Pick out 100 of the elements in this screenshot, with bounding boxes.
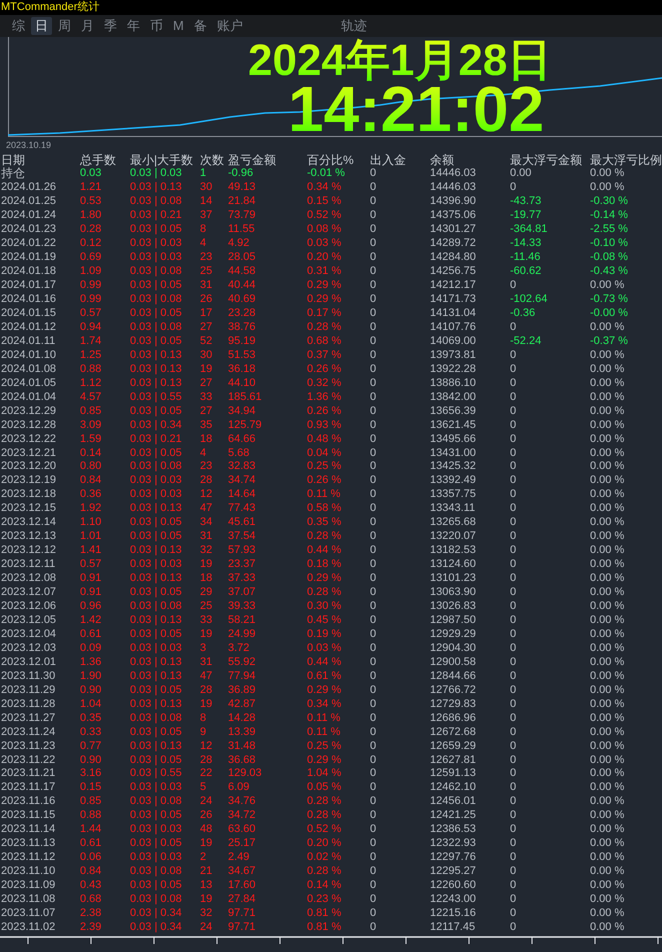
table-cell-text: 0.03 | 0.34 bbox=[130, 906, 183, 920]
table-cell-text: 2 bbox=[200, 851, 208, 864]
tab[interactable]: 周 bbox=[54, 17, 75, 35]
table-cell-text: 0 bbox=[370, 307, 378, 320]
table-cell-text: -0.36 bbox=[510, 307, 536, 320]
table-cell-text: 2024.01.12 bbox=[0, 320, 58, 334]
table-cell-text: 0 bbox=[370, 474, 378, 488]
table-cell-text: -0.14 % bbox=[590, 209, 629, 222]
tab[interactable]: 账户 bbox=[212, 17, 247, 35]
table-cell-text: 0 bbox=[510, 823, 518, 836]
table-cell-text: 0 bbox=[510, 600, 518, 614]
table-cell-text: 1.25 bbox=[80, 348, 102, 362]
table-cell-text: 2023.11.30 bbox=[0, 670, 56, 683]
table-cell-text: 0.53 bbox=[80, 195, 102, 208]
table-cell-text: 1.92 bbox=[80, 502, 102, 516]
table-cell-text: 0.84 bbox=[80, 474, 102, 488]
table-cell-text: 0.03 | 0.21 bbox=[130, 432, 183, 446]
table-cell-text: 13886.10 bbox=[430, 376, 477, 390]
table-cell-text: 14.64 bbox=[228, 488, 257, 502]
tab[interactable]: 综 bbox=[8, 17, 29, 35]
table-cell-text: 0.23 % bbox=[307, 893, 342, 906]
column-header: 最大浮亏金额 bbox=[510, 153, 583, 167]
table-cell-text: 0 bbox=[510, 893, 518, 906]
table-cell-text: 14396.90 bbox=[430, 195, 477, 208]
table-cell-text: 0.03 | 0.05 bbox=[130, 726, 183, 739]
table-cell-text: 12117.45 bbox=[430, 920, 476, 934]
table-cell-text: 0.68 bbox=[80, 893, 102, 906]
table-cell-text: 0.00 % bbox=[590, 851, 626, 864]
table-cell-text: 0 bbox=[510, 767, 518, 780]
table-cell-text: 2023.11.14 bbox=[0, 823, 56, 836]
table-cell-text: 0 bbox=[370, 767, 378, 780]
tab[interactable]: 备 bbox=[190, 17, 211, 35]
table-cell-text: 1.42 bbox=[80, 614, 102, 627]
table-cell-text: 0 bbox=[510, 879, 518, 892]
table-cell-text: 0 bbox=[370, 223, 378, 236]
table-cell-text: 0.28 % bbox=[307, 865, 342, 878]
table-cell-text: 13265.68 bbox=[430, 516, 477, 530]
table-cell-text: 0.03 | 0.03 bbox=[130, 851, 183, 864]
table-cell-text: 0 bbox=[370, 879, 378, 892]
table-cell-text: 14284.80 bbox=[430, 251, 477, 264]
table-cell-text: 0.90 bbox=[80, 754, 102, 766]
table-cell-text: 0.00 % bbox=[590, 530, 626, 544]
table-cell-text: 0.00 % bbox=[590, 767, 626, 780]
table-cell-text: 0.28 % bbox=[307, 809, 342, 822]
table-cell-text: 0 bbox=[370, 320, 378, 334]
table-cell-text: 0.03 | 0.05 bbox=[130, 879, 183, 892]
table-cell-text: -60.62 bbox=[510, 265, 542, 278]
table-cell-text: 17 bbox=[200, 307, 214, 320]
table-cell-text: 2023.11.23 bbox=[0, 740, 56, 753]
tab[interactable]: 日 bbox=[31, 17, 52, 35]
table-cell-text: 0 bbox=[370, 334, 378, 348]
table-cell-text: 0 bbox=[370, 446, 378, 460]
table-cell-text: 0.00 % bbox=[590, 376, 626, 390]
column-header: 总手数 bbox=[80, 153, 117, 167]
tab[interactable]: M bbox=[169, 17, 188, 35]
table-cell-text: 2024.01.15 bbox=[0, 307, 58, 320]
table-cell-text: 14171.73 bbox=[430, 293, 477, 306]
table-cell-text: 37 bbox=[200, 209, 214, 222]
table-cell-text: 1.21 bbox=[80, 181, 102, 194]
table-cell-text: 0.88 bbox=[80, 362, 102, 376]
table-cell-text: 0 bbox=[370, 516, 378, 530]
table-cell-text: 2024.01.16 bbox=[0, 293, 58, 306]
table-cell-text: 2023.12.19 bbox=[0, 474, 58, 488]
table-cell-text: 12243.00 bbox=[430, 893, 477, 906]
table-cell-text: 0.99 bbox=[80, 293, 102, 306]
tab[interactable]: 年 bbox=[123, 17, 144, 35]
table-cell-text: 0.35 bbox=[80, 712, 102, 725]
table-cell-text: 12900.58 bbox=[430, 656, 477, 669]
table-cell-text: 34.76 bbox=[228, 795, 257, 808]
tab[interactable]: 币 bbox=[146, 17, 167, 35]
table-cell-text: 0 bbox=[370, 167, 378, 180]
table-cell-text: 0.36 bbox=[80, 488, 102, 502]
table-cell-text: 0.91 bbox=[80, 572, 102, 586]
table-cell-text: 35 bbox=[200, 418, 214, 432]
table-cell-text: 1.80 bbox=[80, 209, 102, 222]
tab[interactable]: 月 bbox=[77, 17, 98, 35]
table-cell-text: 0.00 % bbox=[590, 460, 626, 474]
table-cell-text: 0.03 | 0.08 bbox=[130, 865, 183, 878]
table-cell-text: 0 bbox=[510, 712, 518, 725]
table-cell-text: 0.06 bbox=[80, 851, 102, 864]
table-cell-text: 24 bbox=[200, 920, 214, 934]
table-cell-text: 0.03 | 0.05 bbox=[130, 809, 183, 822]
table-cell-text: 31 bbox=[200, 530, 214, 544]
table-cell-text: 1.10 bbox=[80, 516, 102, 530]
column-header: 日期 bbox=[0, 153, 26, 167]
table-cell-text: 13425.32 bbox=[430, 460, 477, 474]
table-cell-text: 2023.12.11 bbox=[0, 558, 56, 572]
table-cell-text: 0 bbox=[370, 181, 378, 194]
table-cell-text: 49.13 bbox=[228, 181, 257, 194]
tab[interactable]: 季 bbox=[100, 17, 121, 35]
table-cell-text: 0 bbox=[370, 460, 378, 474]
table-cell-text: 0 bbox=[370, 795, 378, 808]
table-cell-text: -0.00 % bbox=[590, 307, 629, 320]
table-cell-text: 0 bbox=[510, 181, 518, 194]
table-cell-text: 40.69 bbox=[228, 293, 257, 306]
table-cell-text: 12421.25 bbox=[430, 809, 477, 822]
tab[interactable]: 轨迹 bbox=[336, 17, 371, 35]
table-cell-text: 0.03 | 0.08 bbox=[130, 195, 183, 208]
table-cell-text: -0.37 % bbox=[590, 334, 629, 348]
table-cell-text: 0.00 % bbox=[590, 920, 626, 934]
